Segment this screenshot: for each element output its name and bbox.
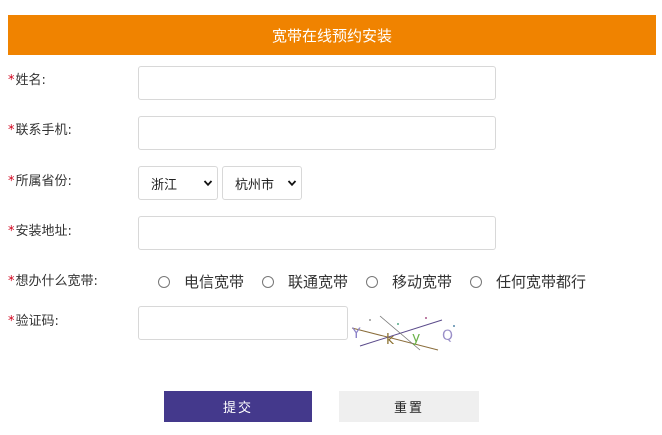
radio-any[interactable]: 任何宽带都行: [470, 271, 586, 292]
captcha-image[interactable]: Y k y Q: [350, 312, 470, 352]
province-select[interactable]: 浙江: [138, 166, 218, 200]
broadband-label: *想办什么宽带:: [8, 274, 98, 289]
form-title: 宽带在线预约安装: [271, 26, 392, 45]
city-value: 杭州市: [235, 177, 275, 193]
radio-unicom[interactable]: 联通宽带: [262, 271, 348, 292]
region-label: *所属省份:: [8, 174, 72, 189]
required-mark: *: [8, 314, 15, 329]
phone-input[interactable]: [138, 116, 496, 150]
radio-mobile[interactable]: 移动宽带: [366, 271, 452, 292]
radio-telecom[interactable]: 电信宽带: [158, 271, 244, 292]
captcha-char: Y: [351, 326, 361, 342]
phone-label: *联系手机:: [8, 123, 72, 138]
address-label: *安装地址:: [8, 224, 72, 239]
radio-circle-icon[interactable]: [262, 275, 275, 288]
required-mark: *: [8, 274, 15, 289]
radio-circle-icon[interactable]: [366, 275, 379, 288]
province-value: 浙江: [151, 177, 178, 193]
chevron-down-icon: [203, 178, 213, 188]
submit-button[interactable]: 提交: [164, 391, 312, 422]
captcha-char: k: [386, 332, 395, 348]
captcha-label: *验证码:: [8, 314, 59, 329]
chevron-down-icon: [287, 178, 297, 188]
reset-button[interactable]: 重置: [339, 391, 479, 422]
radio-circle-icon[interactable]: [158, 275, 170, 288]
form-header: 宽带在线预约安装: [8, 15, 656, 55]
name-input[interactable]: [138, 66, 496, 100]
name-label: *姓名:: [8, 73, 46, 88]
address-input[interactable]: [138, 216, 496, 250]
required-mark: *: [8, 123, 15, 138]
required-mark: *: [8, 174, 15, 189]
captcha-input[interactable]: [138, 306, 348, 340]
required-mark: *: [8, 224, 15, 239]
captcha-char: Q: [442, 328, 453, 344]
captcha-char: y: [412, 330, 420, 346]
broadband-radio-group: 电信宽带 联通宽带 移动宽带 任何宽带都行: [158, 271, 604, 292]
city-select[interactable]: 杭州市: [222, 166, 302, 200]
radio-circle-icon[interactable]: [470, 275, 483, 288]
required-mark: *: [8, 73, 15, 88]
